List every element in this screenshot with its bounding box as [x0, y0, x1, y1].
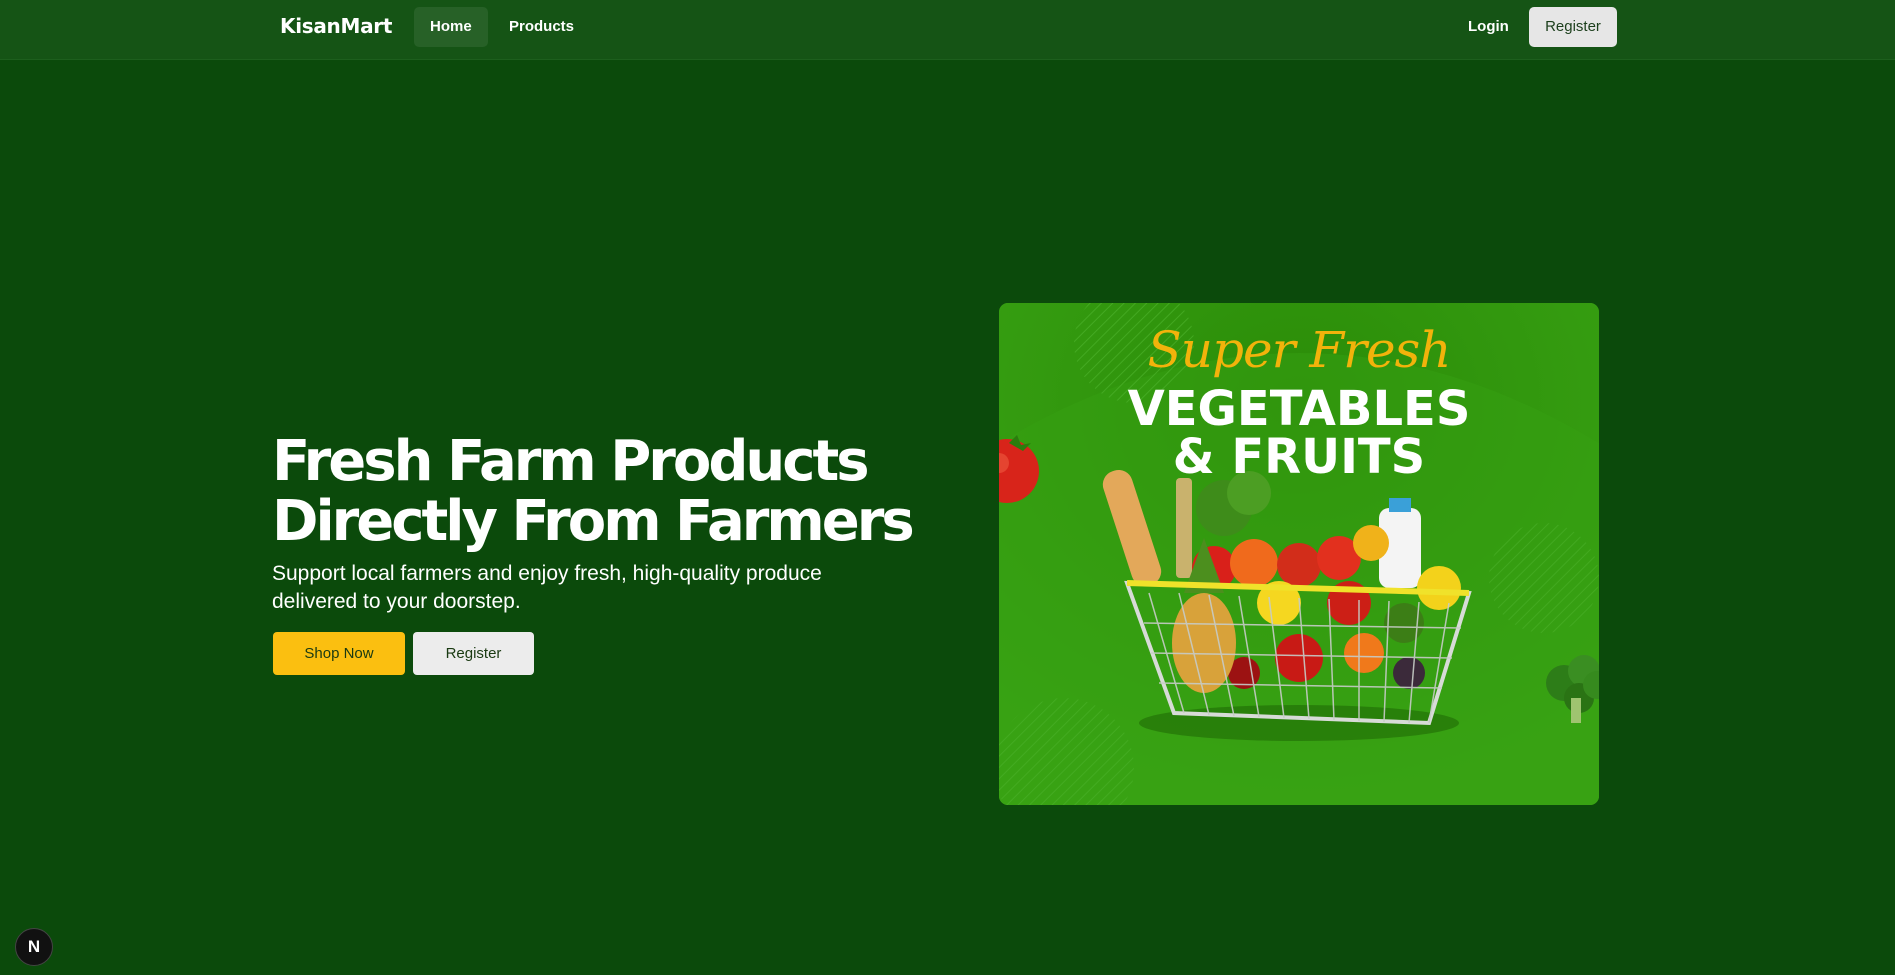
deco-stripe-circle [1489, 523, 1599, 633]
hero-title-line-2: Directly From Farmers [272, 489, 915, 554]
shop-now-button[interactable]: Shop Now [273, 632, 405, 675]
hero-subtitle: Support local farmers and enjoy fresh, h… [272, 560, 892, 616]
nav-link-home[interactable]: Home [414, 7, 488, 47]
banner-script-text: Super Fresh [1147, 321, 1452, 379]
brand-logo[interactable]: KisanMart [280, 14, 392, 38]
hero-title: Fresh Farm Products Directly From Farmer… [272, 429, 915, 554]
nav-register-button[interactable]: Register [1529, 7, 1617, 47]
dev-badge-button[interactable]: N [15, 928, 53, 966]
banner-headline-line-1: VEGETABLES [1127, 381, 1471, 437]
navbar: KisanMart Home Products Login Register [0, 0, 1895, 60]
hero-title-line-1: Fresh Farm Products [272, 429, 870, 494]
hero-subtitle-line-1: Support local farmers and enjoy fresh, h… [272, 562, 822, 585]
nav-link-products[interactable]: Products [493, 7, 590, 47]
hero-register-button[interactable]: Register [413, 632, 534, 675]
login-link[interactable]: Login [1452, 7, 1525, 47]
hero-subtitle-line-2: delivered to your doorstep. [272, 590, 521, 613]
banner-headline-line-2: & FRUITS [1172, 429, 1426, 485]
hero-banner-image: Super Fresh VEGETABLES & FRUITS [999, 303, 1599, 805]
